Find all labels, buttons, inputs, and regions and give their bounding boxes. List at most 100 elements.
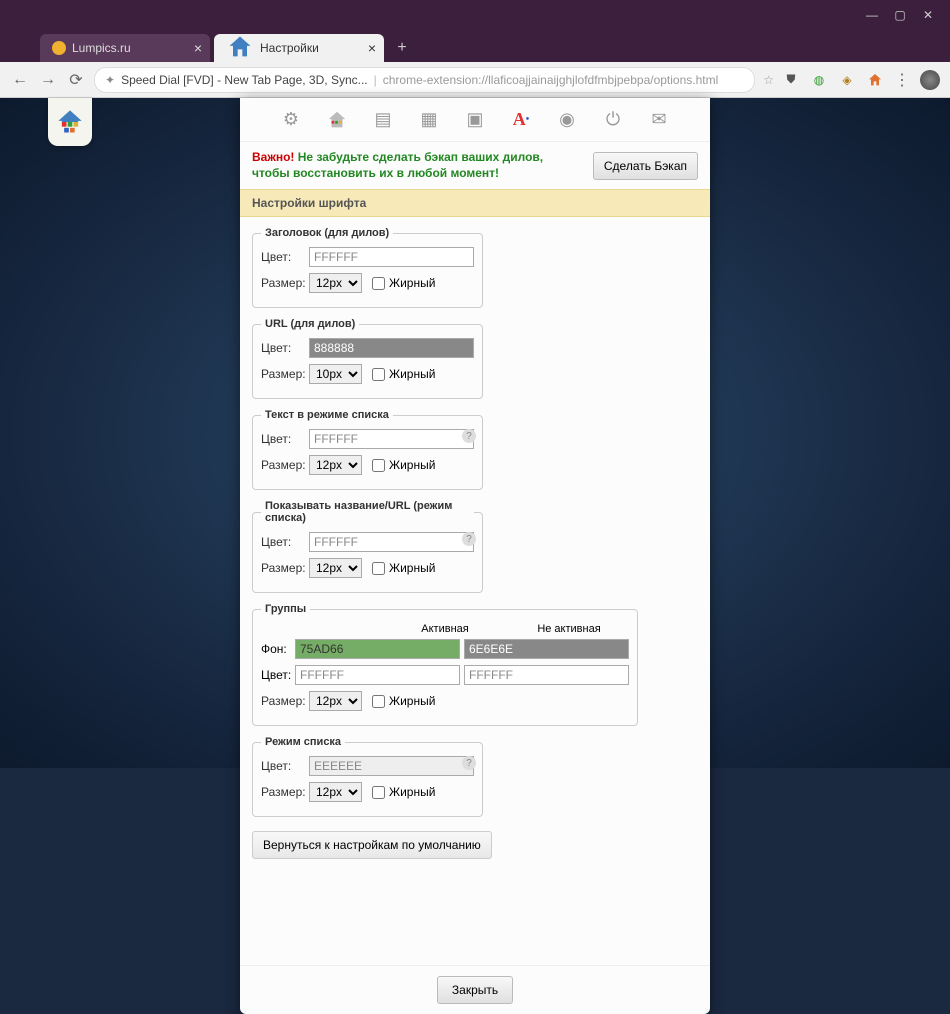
bold-label: Жирный [389,694,435,708]
star-icon[interactable]: ☆ [763,73,774,87]
page-icon[interactable]: ▤ [371,108,395,132]
listtext-color-input[interactable] [309,429,474,449]
legend-show-title: Показывать название/URL (режим списка) [261,500,474,524]
listmode-color-input[interactable] [309,756,474,776]
forward-button[interactable]: → [38,70,58,90]
groups-inactive-bg-input[interactable] [464,639,629,659]
showtitle-size-select[interactable]: 12px [309,558,362,578]
close-icon[interactable]: × [194,40,202,56]
close-button[interactable]: Закрыть [437,976,513,1004]
close-icon[interactable]: × [368,40,376,56]
backup-button[interactable]: Сделать Бэкап [593,152,698,180]
groups-bold-checkbox[interactable] [372,695,385,708]
url-bold-checkbox[interactable] [372,368,385,381]
warning-important-label: Важно! [252,150,294,164]
home-icon [226,33,254,64]
gear-icon[interactable]: ⚙ [279,108,303,132]
globe-icon[interactable]: ◍ [810,71,828,89]
color-label: Цвет: [261,341,305,355]
close-window-button[interactable]: ✕ [914,1,942,29]
bold-label: Жирный [389,785,435,799]
heading-bold-checkbox[interactable] [372,277,385,290]
groups-active-bg-input[interactable] [295,639,460,659]
back-button[interactable]: ← [10,70,30,90]
size-label: Размер: [261,694,305,708]
close-row: Закрыть [240,965,710,1014]
legend-heading: Заголовок (для дилов) [261,227,393,239]
bold-label: Жирный [389,367,435,381]
listtext-size-select[interactable]: 12px [309,455,362,475]
mail-icon[interactable]: ✉ [647,108,671,132]
home-icon [56,108,84,136]
legend-list-mode: Режим списка [261,736,345,748]
font-settings-content: Заголовок (для дилов) Цвет: Размер: 12px… [240,217,710,875]
reset-defaults-button[interactable]: Вернуться к настройкам по умолчанию [252,831,492,859]
url-input[interactable]: ✦ Speed Dial [FVD] - New Tab Page, 3D, S… [94,67,755,93]
page-viewport: ⚙ ▤ ▦ ▣ A• ◉ ⏻ ✉ Важно! Не забудьте сдел… [0,98,950,768]
showtitle-bold-checkbox[interactable] [372,562,385,575]
warning-row: Важно! Не забудьте сделать бэкап ваших д… [240,142,710,189]
new-tab-button[interactable]: + [388,34,416,62]
listmode-bold-checkbox[interactable] [372,786,385,799]
groups-size-select[interactable]: 12px [309,691,362,711]
fieldset-show-title: Показывать название/URL (режим списка) ?… [252,500,483,593]
tab-title: Lumpics.ru [72,41,131,55]
legend-groups: Группы [261,603,310,615]
bold-label: Жирный [389,276,435,290]
shield-icon[interactable]: ⛊ [782,71,800,89]
menu-button[interactable]: ⋮ [892,70,912,90]
groups-active-color-input[interactable] [295,665,460,685]
color-label: Цвет: [261,535,305,549]
url-path: chrome-extension://llaficoajjainaijghjlo… [383,73,719,87]
url-title: Speed Dial [FVD] - New Tab Page, 3D, Syn… [121,73,368,87]
window-titlebar: — ▢ ✕ [0,0,950,30]
listmode-size-select[interactable]: 12px [309,782,362,802]
tv-icon[interactable]: ▣ [463,108,487,132]
address-bar: ← → ⟳ ✦ Speed Dial [FVD] - New Tab Page,… [0,62,950,98]
bold-label: Жирный [389,561,435,575]
home-badge[interactable] [48,98,92,146]
bg-label: Фон: [261,642,291,656]
color-label: Цвет: [261,250,305,264]
fieldset-groups: Группы Активная Не активная Фон: Цвет: [252,603,638,726]
legend-list-text: Текст в режиме списка [261,409,393,421]
favicon-icon [52,41,66,55]
tab-lumpics[interactable]: Lumpics.ru × [40,34,210,62]
maximize-button[interactable]: ▢ [886,1,914,29]
inactive-header: Не активная [509,623,629,635]
url-size-select[interactable]: 10px [309,364,362,384]
settings-panel: ⚙ ▤ ▦ ▣ A• ◉ ⏻ ✉ Важно! Не забудьте сдел… [240,98,710,1014]
active-header: Активная [385,623,505,635]
heading-size-select[interactable]: 12px [309,273,362,293]
fieldset-list-text: Текст в режиме списка ? Цвет: Размер: 12… [252,409,483,490]
showtitle-color-input[interactable] [309,532,474,552]
heading-color-input[interactable] [309,247,474,267]
section-title: Настройки шрифта [240,189,710,217]
power-icon[interactable]: ⏻ [601,108,625,132]
bold-label: Жирный [389,458,435,472]
color-label: Цвет: [261,432,305,446]
listtext-bold-checkbox[interactable] [372,459,385,472]
reload-button[interactable]: ⟳ [66,70,86,90]
avatar[interactable] [920,70,940,90]
size-label: Размер: [261,785,305,799]
cube-icon[interactable]: ◈ [838,71,856,89]
fieldset-heading: Заголовок (для дилов) Цвет: Размер: 12px… [252,227,483,308]
home-ext-icon[interactable] [866,71,884,89]
home-icon[interactable] [325,108,349,132]
font-icon[interactable]: A• [509,108,533,132]
size-label: Размер: [261,458,305,472]
sync-icon[interactable]: ◉ [555,108,579,132]
minimize-button[interactable]: — [858,1,886,29]
size-label: Размер: [261,561,305,575]
tab-settings[interactable]: Настройки × [214,34,384,62]
extension-icons: ⛊ ◍ ◈ [782,71,884,89]
image-icon[interactable]: ▦ [417,108,441,132]
color-label: Цвет: [261,668,291,682]
settings-toolbar: ⚙ ▤ ▦ ▣ A• ◉ ⏻ ✉ [240,98,710,142]
warning-message: Не забудьте сделать бэкап ваших дилов, ч… [252,150,543,180]
size-label: Размер: [261,367,305,381]
color-label: Цвет: [261,759,305,773]
groups-inactive-color-input[interactable] [464,665,629,685]
url-color-input[interactable] [309,338,474,358]
